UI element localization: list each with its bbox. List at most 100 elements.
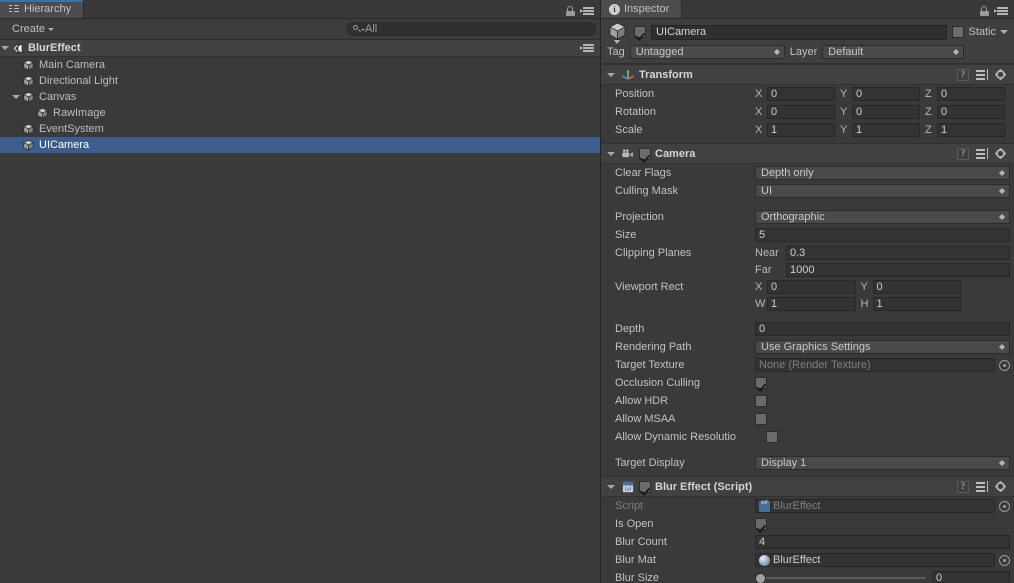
static-checkbox[interactable] xyxy=(952,26,965,38)
viewport-w-input[interactable]: 1 xyxy=(767,297,856,311)
search-icon xyxy=(352,23,366,35)
near-input[interactable]: 0.3 xyxy=(786,246,1010,260)
create-button[interactable]: Create xyxy=(4,22,59,37)
row-blur-mat: Blur Mat BlurEffect xyxy=(601,551,1014,569)
preset-icon[interactable] xyxy=(976,69,988,80)
row-blur-size: Blur Size 0 xyxy=(601,569,1014,583)
allow-dynamic-resolution-checkbox[interactable] xyxy=(766,431,778,443)
row-scale: Scale X 1 Y 1 Z 1 xyxy=(601,121,1014,139)
occlusion-culling-checkbox[interactable] xyxy=(755,377,767,389)
rotation-z-input[interactable]: 0 xyxy=(937,105,1005,119)
viewport-x-input[interactable]: 0 xyxy=(767,280,856,294)
axis-label-y: Y xyxy=(840,124,848,136)
gameobject-enabled-checkbox[interactable] xyxy=(634,26,646,38)
hierarchy-search-input[interactable]: All xyxy=(347,22,596,36)
rendering-path-label: Rendering Path xyxy=(615,341,692,353)
blur-mat-label: Blur Mat xyxy=(615,554,656,566)
viewport-y-input[interactable]: 0 xyxy=(872,280,961,294)
hierarchy-item-eventsystem[interactable]: EventSystem xyxy=(0,121,600,137)
transform-gizmo-icon xyxy=(621,68,635,82)
row-viewport-xy: Viewport Rect X 0 Y 0 xyxy=(601,278,1014,296)
size-input[interactable]: 5 xyxy=(755,228,1010,242)
chevron-down-icon[interactable] xyxy=(1000,30,1008,34)
viewport-h-input[interactable]: 1 xyxy=(872,297,961,311)
hierarchy-scene-row[interactable]: BlurEffect xyxy=(0,40,600,57)
culling-mask-dropdown[interactable]: UI xyxy=(755,184,1010,198)
lock-icon[interactable] xyxy=(980,6,989,16)
help-icon[interactable] xyxy=(957,147,969,160)
rotation-y-input[interactable]: 0 xyxy=(852,105,920,119)
object-picker-icon[interactable] xyxy=(999,359,1010,371)
blur-mat-objectfield[interactable]: BlurEffect xyxy=(755,553,995,567)
tab-hierarchy[interactable]: Hierarchy xyxy=(0,0,85,18)
hierarchy-item-directional-light[interactable]: Directional Light xyxy=(0,73,600,89)
unity-editor-window: Hierarchy Create All BlurEffect Main Cam… xyxy=(0,0,1014,583)
hierarchy-item-rawimage[interactable]: RawImage xyxy=(0,105,600,121)
far-input[interactable]: 1000 xyxy=(786,263,1010,277)
expand-arrow-icon[interactable] xyxy=(11,89,22,105)
position-x-input[interactable]: 0 xyxy=(767,87,835,101)
chevron-down-icon[interactable] xyxy=(607,149,617,159)
preset-icon[interactable] xyxy=(976,481,988,492)
gameobject-cube-icon xyxy=(607,21,629,45)
blur-effect-enabled-checkbox[interactable] xyxy=(639,480,651,493)
scene-context-menu-icon[interactable] xyxy=(580,44,594,53)
chevron-down-icon[interactable] xyxy=(607,482,617,492)
gameobject-name-input[interactable]: UICamera xyxy=(651,24,948,40)
slider-handle[interactable] xyxy=(755,573,766,583)
allow-hdr-checkbox[interactable] xyxy=(755,395,767,407)
position-z-input[interactable]: 0 xyxy=(937,87,1005,101)
object-picker-icon[interactable] xyxy=(999,554,1010,566)
allow-dynamic-resolution-label: Allow Dynamic Resolutio xyxy=(615,431,737,443)
hierarchy-tree[interactable]: BlurEffect Main Camera Directional Light C… xyxy=(0,40,600,583)
gear-icon[interactable] xyxy=(995,480,1007,493)
static-toggle-group[interactable]: Static xyxy=(952,26,1008,38)
hierarchy-tab-tools xyxy=(566,6,600,18)
near-value: 0.3 xyxy=(790,247,806,259)
hamburger-menu-icon[interactable] xyxy=(994,6,1008,16)
component-header-transform[interactable]: Transform xyxy=(601,64,1014,85)
layer-dropdown[interactable]: Default xyxy=(822,45,965,59)
target-texture-objectfield[interactable]: None (Render Texture) xyxy=(755,358,995,372)
projection-dropdown[interactable]: Orthographic xyxy=(755,210,1010,224)
hierarchy-item-main-camera[interactable]: Main Camera xyxy=(0,57,600,73)
row-depth: Depth 0 xyxy=(601,320,1014,338)
clear-flags-dropdown[interactable]: Depth only xyxy=(755,166,1010,180)
rotation-x-input[interactable]: 0 xyxy=(767,105,835,119)
scale-z-input[interactable]: 1 xyxy=(937,123,1005,137)
scene-expand-arrow-icon[interactable] xyxy=(0,40,11,56)
component-header-blur-effect[interactable]: c# Blur Effect (Script) xyxy=(601,476,1014,497)
hierarchy-item-uicamera[interactable]: UICamera xyxy=(0,137,600,153)
tab-hierarchy-label: Hierarchy xyxy=(24,3,72,15)
help-icon[interactable] xyxy=(957,68,969,81)
gear-icon[interactable] xyxy=(995,68,1007,81)
viewport-rect-label: Viewport Rect xyxy=(615,281,684,293)
gear-icon[interactable] xyxy=(995,147,1007,160)
chevron-down-icon[interactable] xyxy=(607,70,617,80)
rendering-path-dropdown[interactable]: Use Graphics Settings xyxy=(755,340,1010,354)
depth-input[interactable]: 0 xyxy=(755,322,1010,336)
allow-msaa-checkbox[interactable] xyxy=(755,413,767,425)
scale-x-input[interactable]: 1 xyxy=(767,123,835,137)
preset-icon[interactable] xyxy=(976,148,988,159)
is-open-checkbox[interactable] xyxy=(755,518,767,530)
tag-dropdown[interactable]: Untagged xyxy=(629,45,785,59)
camera-enabled-checkbox[interactable] xyxy=(639,147,651,160)
hierarchy-item-canvas[interactable]: Canvas xyxy=(0,89,600,105)
blur-size-slider[interactable] xyxy=(755,571,926,583)
help-icon[interactable] xyxy=(957,480,969,493)
blur-size-input[interactable]: 0 xyxy=(932,571,1010,583)
rotation-z-value: 0 xyxy=(941,106,948,118)
target-display-dropdown[interactable]: Display 1 xyxy=(755,456,1010,470)
position-label: Position xyxy=(615,88,655,100)
component-header-camera[interactable]: Camera xyxy=(601,143,1014,164)
row-rendering-path: Rendering Path Use Graphics Settings xyxy=(601,338,1014,356)
hamburger-menu-icon[interactable] xyxy=(580,6,594,16)
lock-icon[interactable] xyxy=(566,6,575,16)
blur-count-input[interactable]: 4 xyxy=(755,535,1010,549)
row-target-display: Target Display Display 1 xyxy=(601,454,1014,472)
position-y-input[interactable]: 0 xyxy=(852,87,920,101)
scale-y-input[interactable]: 1 xyxy=(852,123,920,137)
gameobject-cube-icon xyxy=(22,123,35,136)
tab-inspector[interactable]: i Inspector xyxy=(601,0,683,18)
